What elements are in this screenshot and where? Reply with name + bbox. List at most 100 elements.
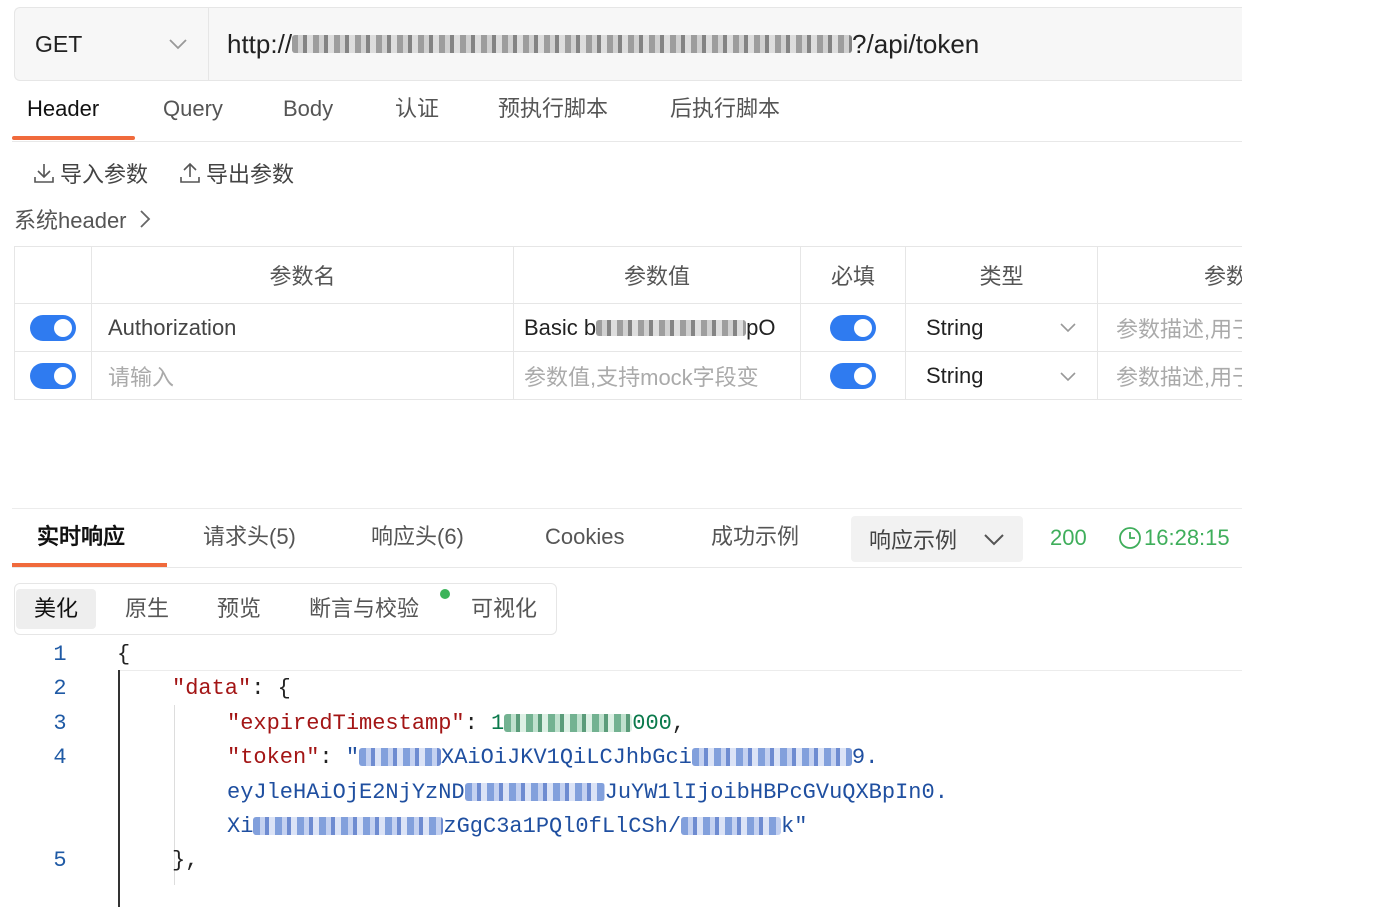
json-number-suffix: 000 — [632, 711, 672, 736]
tab-body[interactable]: Body — [283, 86, 333, 140]
redacted-token — [464, 783, 605, 802]
params-table: 参数名 参数值 必填 类型 参数 Authorization Basic b p… — [14, 246, 1242, 400]
enabled-toggle[interactable] — [30, 363, 76, 389]
response-time: 16:28:15 — [1118, 509, 1230, 567]
tab-header[interactable]: Header — [27, 86, 99, 140]
tab-request-headers[interactable]: 请求头(5) — [203, 509, 296, 567]
tab-post-script[interactable]: 后执行脚本 — [670, 86, 780, 140]
url-input[interactable]: http:// ?/api/token — [209, 8, 1242, 80]
json-key-token: "token" — [227, 745, 320, 770]
param-name-placeholder: 请输入 — [108, 365, 175, 390]
response-example-dropdown[interactable]: 响应示例 — [851, 516, 1023, 562]
required-toggle[interactable] — [830, 363, 876, 389]
code-line-5: }, — [172, 848, 199, 873]
tab-response-headers[interactable]: 响应头(6) — [371, 509, 464, 567]
token-part3: Xi — [227, 814, 254, 839]
chevron-down-icon — [169, 39, 187, 50]
param-value-input[interactable]: 参数值,支持mock字段变 — [514, 352, 801, 399]
description-input[interactable]: 参数描述,用于 — [1098, 352, 1242, 399]
required-cell — [801, 304, 906, 351]
url-suffix: ?/api/token — [852, 28, 980, 59]
tab-pre-script[interactable]: 预执行脚本 — [498, 86, 608, 140]
param-value-suffix: pO — [746, 314, 776, 340]
code-divider — [118, 670, 1242, 671]
type-value: String — [926, 314, 984, 340]
view-preview[interactable]: 预览 — [199, 589, 279, 629]
col-required: 必填 — [801, 247, 906, 303]
line-number: 4 — [53, 745, 67, 770]
active-response-tab-indicator — [12, 563, 167, 567]
assertion-status-dot — [440, 589, 450, 599]
type-select[interactable]: String — [906, 352, 1098, 399]
token-part1: XAiOiJKV1QiLCJhbGci — [441, 745, 692, 770]
export-params-label: 导出参数 — [206, 162, 295, 187]
method-select[interactable]: GET — [15, 8, 209, 80]
method-label: GET — [35, 30, 83, 57]
param-name: Authorization — [108, 314, 237, 340]
response-example-label: 响应示例 — [869, 528, 958, 553]
view-raw[interactable]: 原生 — [107, 589, 187, 629]
param-value-prefix: Basic b — [524, 314, 597, 340]
response-time-value: 16:28:15 — [1144, 525, 1230, 550]
tab-live-response[interactable]: 实时响应 — [37, 509, 125, 567]
import-params-button[interactable]: 导入参数 — [32, 157, 148, 189]
response-view-tabs: 美化 原生 预览 断言与校验 可视化 — [14, 583, 557, 635]
token-part2: eyJleHAiOjE2NjYzND — [227, 780, 465, 805]
code-line-3: "expiredTimestamp": 1 000, — [227, 711, 686, 736]
code-fold-guide — [118, 670, 120, 907]
required-toggle[interactable] — [830, 314, 876, 341]
col-enabled — [15, 247, 92, 303]
chevron-down-icon — [984, 533, 1004, 545]
token-part2-end: JuYW1lIjoibHBPcGVuQXBpIn0. — [604, 780, 948, 805]
param-name-input[interactable]: 请输入 — [92, 352, 514, 399]
token-quote: " — [345, 745, 360, 770]
view-pretty[interactable]: 美化 — [16, 589, 97, 629]
tab-query[interactable]: Query — [163, 86, 223, 140]
redacted-number — [504, 714, 633, 733]
json-punct: : { — [251, 676, 291, 701]
redacted-token — [253, 817, 444, 836]
redacted-token — [681, 817, 782, 836]
status-code: 200 — [1050, 525, 1087, 550]
type-select[interactable]: String — [906, 304, 1098, 351]
clock-icon — [1119, 527, 1141, 549]
url-redacted — [292, 35, 853, 53]
line-number: 5 — [53, 848, 67, 873]
download-icon — [34, 164, 54, 183]
code-line-2: "data": { — [172, 676, 291, 701]
tab-success-example[interactable]: 成功示例 — [711, 509, 799, 567]
request-bar: GET http:// ?/api/token — [14, 7, 1242, 81]
system-header-toggle[interactable]: 系统header — [14, 203, 151, 235]
view-visualize[interactable]: 可视化 — [453, 589, 555, 629]
table-row: Authorization Basic b pO String 参数描述,用于 — [15, 304, 1242, 352]
tab-auth[interactable]: 认证 — [395, 86, 439, 140]
param-value-cell[interactable]: Basic b pO — [514, 304, 801, 351]
col-description: 参数 — [1204, 264, 1242, 289]
chevron-down-icon — [1060, 371, 1076, 381]
upload-icon — [180, 162, 200, 183]
line-number: 2 — [53, 676, 67, 701]
json-key-expired: "expiredTimestamp" — [227, 711, 465, 736]
json-key-data: "data" — [172, 676, 252, 701]
view-assertions[interactable]: 断言与校验 — [291, 589, 437, 629]
row-enabled-cell — [15, 352, 92, 399]
chevron-down-icon — [1060, 323, 1076, 333]
col-value: 参数值 — [514, 247, 801, 303]
table-row: 请输入 参数值,支持mock字段变 String 参数描述,用于 — [15, 352, 1242, 399]
param-name-cell[interactable]: Authorization — [92, 304, 514, 351]
enabled-toggle[interactable] — [30, 314, 76, 341]
token-part3-mid: zGgC3a1PQl0fLlCSh/ — [443, 814, 682, 839]
required-cell — [801, 352, 906, 399]
json-number-prefix: 1 — [491, 711, 505, 736]
table-header-row: 参数名 参数值 必填 类型 参数 — [15, 247, 1242, 304]
import-params-label: 导入参数 — [60, 162, 149, 187]
param-value-redacted — [596, 319, 747, 336]
tab-cookies[interactable]: Cookies — [545, 509, 624, 567]
token-part1-end: 9. — [851, 745, 879, 770]
request-tabs: Header Query Body 认证 预执行脚本 后执行脚本 — [12, 86, 1242, 142]
description-input[interactable]: 参数描述,用于 — [1098, 304, 1242, 351]
col-type: 类型 — [906, 247, 1098, 303]
response-body-viewer: 1 { 2 "data": { 3 "expiredTimestamp": 10… — [0, 640, 1242, 907]
code-line-1: { — [117, 642, 131, 667]
export-params-button[interactable]: 导出参数 — [178, 157, 294, 189]
